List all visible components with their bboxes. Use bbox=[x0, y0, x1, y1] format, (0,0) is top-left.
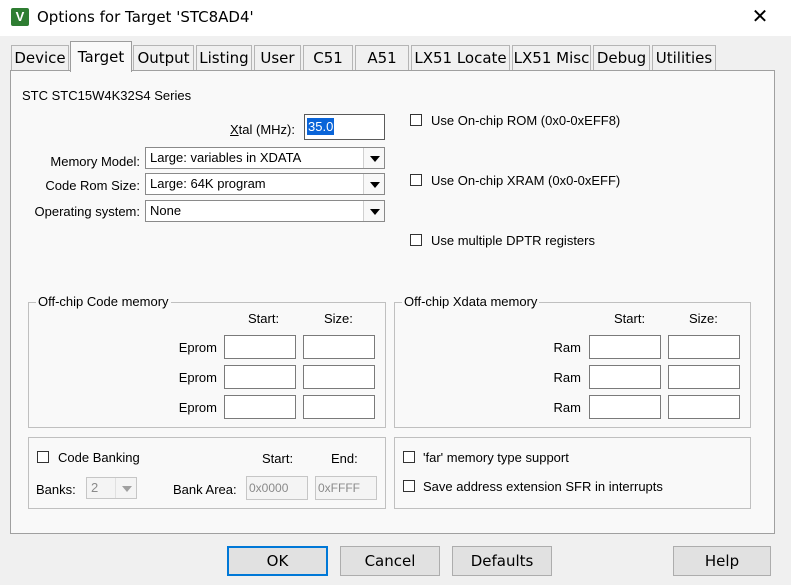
code-rom-size-select[interactable]: Large: 64K program bbox=[145, 173, 385, 195]
tab-debug[interactable]: Debug bbox=[593, 45, 650, 70]
defaults-button[interactable]: Defaults bbox=[452, 546, 552, 576]
eprom-start-input-1[interactable] bbox=[224, 335, 296, 359]
eprom-label-3: Eprom bbox=[178, 400, 217, 415]
eprom-size-input-1[interactable] bbox=[303, 335, 375, 359]
tab-output[interactable]: Output bbox=[133, 45, 194, 70]
tab-lx51-misc[interactable]: LX51 Misc bbox=[512, 45, 591, 70]
save-sfr-checkbox[interactable] bbox=[403, 480, 415, 492]
ram-label-1: Ram bbox=[553, 340, 581, 355]
xtal-input[interactable]: 35.0 bbox=[304, 114, 385, 140]
memory-model-select[interactable]: Large: variables in XDATA bbox=[145, 147, 385, 169]
close-icon[interactable]: ✕ bbox=[748, 4, 772, 30]
tab-lx51-locate[interactable]: LX51 Locate bbox=[411, 45, 510, 70]
operating-system-select[interactable]: None bbox=[145, 200, 385, 222]
on-chip-xram-checkbox[interactable] bbox=[410, 174, 422, 186]
operating-system-dropdown-button[interactable] bbox=[363, 201, 384, 221]
eprom-label-2: Eprom bbox=[178, 370, 217, 385]
ram-label-2: Ram bbox=[553, 370, 581, 385]
far-options-group bbox=[394, 437, 751, 509]
on-chip-rom-label: Use On-chip ROM (0x0-0xEFF8) bbox=[431, 113, 621, 128]
far-memory-label: 'far' memory type support bbox=[423, 450, 569, 465]
bank-area-label: Bank Area: bbox=[173, 482, 237, 497]
window-title: Options for Target 'STC8AD4' bbox=[37, 8, 254, 26]
eprom-start-input-3[interactable] bbox=[224, 395, 296, 419]
xdata-memory-title: Off-chip Xdata memory bbox=[402, 294, 540, 309]
code-memory-start-header: Start: bbox=[248, 311, 280, 326]
save-sfr-label: Save address extension SFR in interrupts bbox=[423, 479, 663, 494]
xtal-value: 35.0 bbox=[307, 118, 335, 135]
code-memory-size-header: Size: bbox=[324, 311, 353, 326]
ram-start-input-1[interactable] bbox=[589, 335, 661, 359]
ram-start-input-3[interactable] bbox=[589, 395, 661, 419]
multiple-dptr-label: Use multiple DPTR registers bbox=[431, 233, 595, 248]
tab-listing[interactable]: Listing bbox=[196, 45, 252, 70]
banks-label: Banks: bbox=[36, 482, 76, 497]
tab-device[interactable]: Device bbox=[11, 45, 69, 70]
code-banking-checkbox[interactable] bbox=[37, 451, 49, 463]
ram-label-3: Ram bbox=[553, 400, 581, 415]
tab-a51[interactable]: A51 bbox=[355, 45, 409, 70]
ram-size-input-2[interactable] bbox=[668, 365, 740, 389]
banks-select[interactable]: 2 bbox=[86, 477, 137, 499]
xtal-label: Xtal (MHz): bbox=[230, 122, 296, 137]
keil-app-icon: V bbox=[11, 8, 29, 26]
eprom-size-input-3[interactable] bbox=[303, 395, 375, 419]
chevron-down-icon bbox=[370, 209, 380, 215]
multiple-dptr-checkbox[interactable] bbox=[410, 234, 422, 246]
tab-utilities[interactable]: Utilities bbox=[652, 45, 716, 70]
tab-user[interactable]: User bbox=[254, 45, 301, 70]
chevron-down-icon bbox=[370, 182, 380, 188]
operating-system-label: Operating system: bbox=[34, 204, 141, 219]
ram-size-input-1[interactable] bbox=[668, 335, 740, 359]
eprom-size-input-2[interactable] bbox=[303, 365, 375, 389]
chevron-down-icon bbox=[122, 486, 132, 492]
bank-area-end-input[interactable]: 0xFFFF bbox=[315, 476, 377, 500]
code-rom-size-label: Code Rom Size: bbox=[45, 178, 140, 193]
help-button[interactable]: Help bbox=[673, 546, 771, 576]
bank-area-start-header: Start: bbox=[262, 451, 294, 466]
code-rom-size-dropdown-button[interactable] bbox=[363, 174, 384, 194]
eprom-label-1: Eprom bbox=[178, 340, 217, 355]
memory-model-label: Memory Model: bbox=[50, 154, 140, 169]
banks-value: 2 bbox=[91, 480, 99, 495]
on-chip-rom-checkbox[interactable] bbox=[410, 114, 422, 126]
eprom-start-input-2[interactable] bbox=[224, 365, 296, 389]
operating-system-value: None bbox=[150, 203, 182, 218]
cancel-button[interactable]: Cancel bbox=[340, 546, 440, 576]
far-memory-checkbox[interactable] bbox=[403, 451, 415, 463]
chevron-down-icon bbox=[370, 156, 380, 162]
code-memory-title: Off-chip Code memory bbox=[36, 294, 171, 309]
code-rom-size-value: Large: 64K program bbox=[150, 176, 266, 191]
device-series-label: STC STC15W4K32S4 Series bbox=[22, 88, 192, 103]
code-banking-label: Code Banking bbox=[58, 450, 140, 465]
on-chip-xram-label: Use On-chip XRAM (0x0-0xEFF) bbox=[431, 173, 621, 188]
bank-area-end-header: End: bbox=[331, 451, 358, 466]
memory-model-value: Large: variables in XDATA bbox=[150, 150, 302, 165]
memory-model-dropdown-button[interactable] bbox=[363, 148, 384, 168]
ram-size-input-3[interactable] bbox=[668, 395, 740, 419]
banks-dropdown-button[interactable] bbox=[115, 478, 136, 498]
tab-c51[interactable]: C51 bbox=[303, 45, 353, 70]
ram-start-input-2[interactable] bbox=[589, 365, 661, 389]
tab-target[interactable]: Target bbox=[70, 41, 132, 72]
xdata-memory-start-header: Start: bbox=[614, 311, 646, 326]
bank-area-start-input[interactable]: 0x0000 bbox=[246, 476, 308, 500]
ok-button[interactable]: OK bbox=[227, 546, 328, 576]
xdata-memory-size-header: Size: bbox=[689, 311, 718, 326]
